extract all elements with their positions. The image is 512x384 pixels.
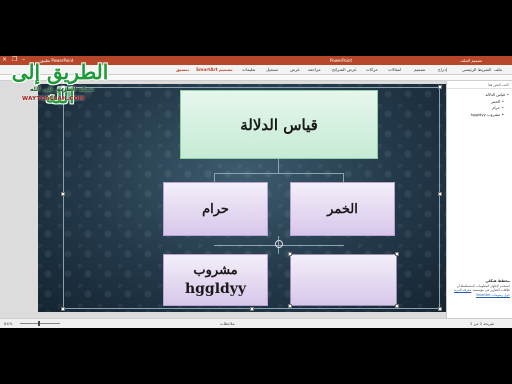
smartart-frame[interactable]: قياس الدلالة حرام الخمر مشروب hggldyy bbox=[61, 85, 442, 311]
smartart-node-empty-selected[interactable] bbox=[288, 252, 399, 308]
slide-editor: قياس الدلالة حرام الخمر مشروب hggldyy bbox=[0, 81, 446, 318]
tab-format[interactable]: تنسيق bbox=[176, 65, 189, 75]
connector-line bbox=[214, 173, 344, 174]
node-text-line1: مشروب bbox=[193, 263, 238, 278]
tab-transitions[interactable]: انتقالات bbox=[388, 65, 401, 75]
title-right: تصميم الملف bbox=[460, 58, 483, 63]
text-pane-header: اكتب النص هنا bbox=[447, 81, 512, 89]
resize-handle[interactable] bbox=[395, 252, 399, 256]
resize-handle[interactable] bbox=[250, 307, 254, 311]
tab-help[interactable]: تعليمات bbox=[242, 65, 255, 75]
tab-design[interactable]: تصميم bbox=[414, 65, 425, 75]
resize-handle[interactable] bbox=[395, 304, 399, 308]
watermark-logo: الطريق إلى الله شبكة الطريق إلى الله WAY… bbox=[4, 60, 116, 110]
resize-handle[interactable] bbox=[438, 85, 442, 89]
tab-home[interactable]: الشريط الرئيسي bbox=[462, 65, 491, 75]
text-pane-list: قياس الدلالة الخمر حرام مشروب hggldyy bbox=[447, 89, 512, 118]
letterbox-top bbox=[0, 0, 512, 56]
zoom-slider[interactable] bbox=[20, 323, 60, 324]
tab-smartart-design[interactable]: تصميم SmartArt bbox=[196, 65, 233, 75]
resize-handle[interactable] bbox=[61, 307, 65, 311]
resize-handle[interactable] bbox=[288, 304, 292, 308]
node-text-line2: hggldyy bbox=[184, 281, 247, 297]
notes-button[interactable]: ملاحظات bbox=[220, 319, 235, 328]
tab-slideshow[interactable]: عرض الشرائح bbox=[332, 65, 357, 75]
slide-counter: شريحة 2 من 2 bbox=[470, 321, 495, 326]
connector-line bbox=[214, 173, 215, 182]
tab-animations[interactable]: حركات bbox=[366, 65, 378, 75]
smartart-node-khamr[interactable]: الخمر bbox=[290, 182, 395, 236]
connector-line bbox=[278, 159, 279, 173]
smartart-node-drink[interactable]: مشروب hggldyy bbox=[163, 254, 268, 306]
resize-handle[interactable] bbox=[61, 192, 65, 196]
connector-line bbox=[343, 173, 344, 182]
tab-review[interactable]: مراجعة bbox=[308, 65, 321, 75]
tab-view[interactable]: عرض bbox=[290, 65, 300, 75]
app-title: PowerPoint bbox=[330, 58, 353, 63]
tab-record[interactable]: تسجيل bbox=[266, 65, 278, 75]
slide-canvas[interactable]: قياس الدلالة حرام الخمر مشروب hggldyy bbox=[38, 84, 446, 312]
text-pane-item[interactable]: مشروب hggldyy bbox=[447, 112, 509, 119]
rotate-handle-icon[interactable] bbox=[275, 240, 283, 248]
resize-handle[interactable] bbox=[288, 252, 292, 256]
smartart-top-node[interactable]: قياس الدلالة bbox=[180, 90, 378, 159]
resize-handle[interactable] bbox=[438, 307, 442, 311]
tab-insert[interactable]: إدراج bbox=[438, 65, 447, 75]
smartart-node-haram[interactable]: حرام bbox=[163, 182, 268, 236]
zoom-level[interactable]: 84% bbox=[4, 319, 12, 328]
letterbox-bottom bbox=[0, 328, 512, 384]
resize-handle[interactable] bbox=[438, 192, 442, 196]
watermark-url: WAYTOALLAH.COM bbox=[22, 96, 85, 102]
smartart-description: مخطط هيكلي استخدم لإظهار المعلومات المتس… bbox=[450, 279, 510, 297]
tab-file[interactable]: ملف bbox=[494, 65, 502, 75]
status-bar: 84% ملاحظات شريحة 2 من 2 bbox=[0, 318, 512, 328]
watermark-sub: شبكة الطريق إلى الله bbox=[29, 86, 95, 93]
zoom-slider-thumb[interactable] bbox=[38, 321, 40, 326]
smartart-text-pane: اكتب النص هنا قياس الدلالة الخمر حرام مش… bbox=[446, 81, 512, 318]
